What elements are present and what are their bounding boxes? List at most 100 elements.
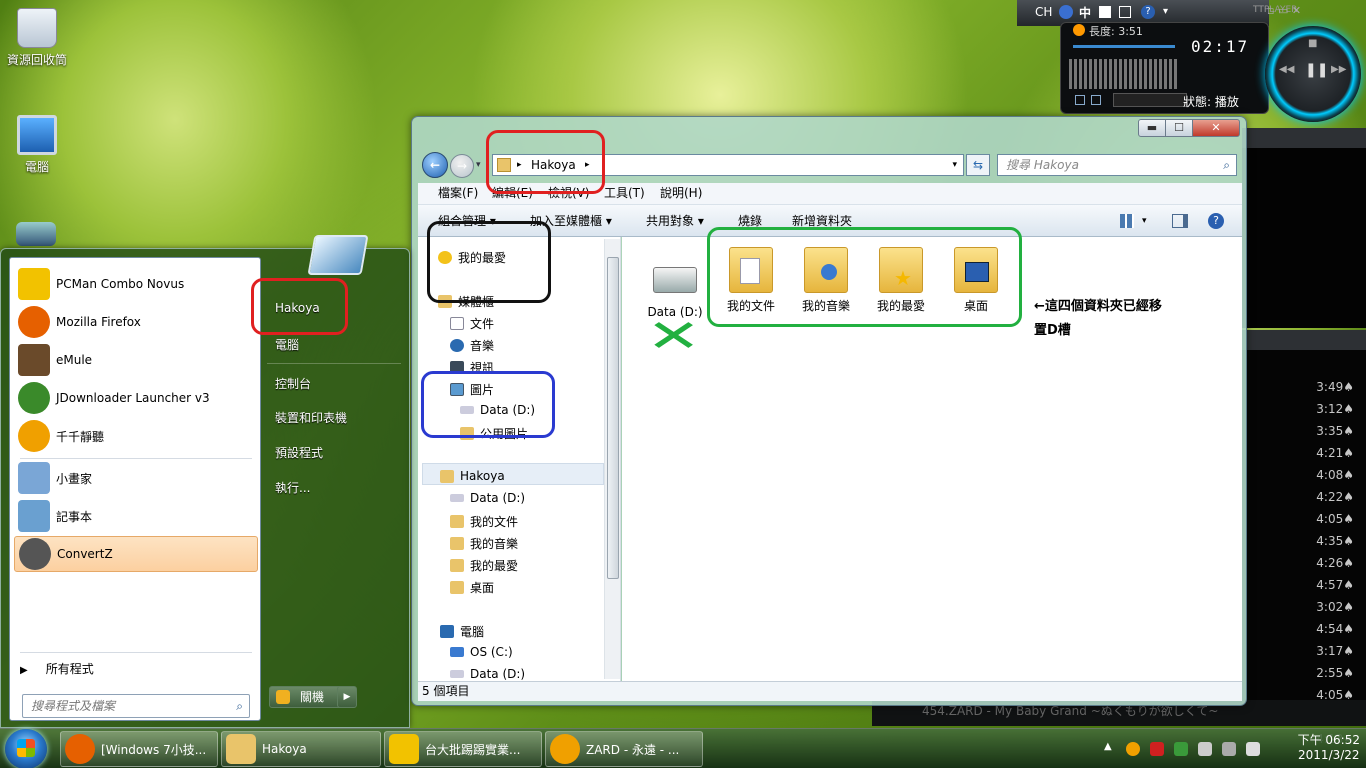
refresh-button[interactable]: ⇆ — [966, 154, 990, 176]
start-right-run[interactable]: 執行... — [275, 479, 310, 496]
start-right-hakoya[interactable]: Hakoya — [275, 301, 320, 315]
program-paint[interactable]: 小畫家 — [14, 460, 258, 496]
nav-my-favorites[interactable]: 我的最愛 — [450, 557, 518, 574]
back-button[interactable]: ← — [422, 152, 448, 178]
start-right-control-panel[interactable]: 控制台 — [275, 375, 311, 392]
program-notepad[interactable]: 記事本 — [14, 498, 258, 534]
help-icon[interactable]: ? — [1141, 5, 1155, 19]
nav-public-pictures[interactable]: 公用圖片 — [460, 425, 528, 442]
nav-computer[interactable]: 電腦 — [440, 623, 484, 640]
program-ttplayer[interactable]: 千千靜聽 — [14, 418, 258, 454]
nav-pictures-data-d[interactable]: Data (D:) — [460, 403, 535, 417]
punct-icon[interactable] — [1119, 6, 1131, 18]
volume-slider[interactable] — [1113, 93, 1187, 107]
forward-button[interactable]: → — [450, 154, 474, 178]
organize-button[interactable]: 組合管理 ▾ — [438, 205, 496, 237]
program-emule[interactable]: eMule — [14, 342, 258, 378]
item-my-music[interactable]: 我的音樂 — [791, 247, 861, 314]
playlist-duration[interactable]: 4:26♠ — [1316, 556, 1354, 570]
nav-computer-data-d[interactable]: Data (D:) — [450, 667, 525, 681]
playlist-toggle-icon[interactable] — [1075, 95, 1085, 105]
playlist-duration[interactable]: 4:54♠ — [1316, 622, 1354, 636]
stop-icon[interactable]: ■ — [1308, 38, 1317, 49]
ime-icon[interactable] — [1059, 5, 1073, 19]
recycle-bin-icon[interactable]: 資源回收筒 — [2, 8, 72, 68]
playlist-duration[interactable]: 4:57♠ — [1316, 578, 1354, 592]
nav-music[interactable]: 音樂 — [450, 337, 494, 354]
breadcrumb-arrow-icon[interactable]: ▸ — [517, 155, 522, 175]
all-programs-button[interactable]: ▶ 所有程式 — [20, 660, 94, 677]
start-search-input[interactable]: 搜尋程式及檔案 ⌕ — [22, 694, 250, 718]
player-window-buttons[interactable]: ▫ ▭ ✕ — [1267, 4, 1301, 17]
taskbar-item-pcman[interactable]: 台大批踢踢實業... — [384, 731, 542, 767]
help-icon[interactable]: ? — [1208, 213, 1224, 229]
menu-help[interactable]: 說明(H) — [660, 183, 702, 203]
lyrics-toggle-icon[interactable] — [1091, 95, 1101, 105]
tray-clock[interactable]: 下午 06:52 2011/3/22 — [1298, 733, 1360, 763]
shutdown-options-button[interactable]: ▶ — [337, 686, 357, 708]
program-firefox[interactable]: Mozilla Firefox — [14, 304, 258, 340]
item-my-favorites[interactable]: ★ 我的最愛 — [866, 247, 936, 314]
tray-ttplayer-icon[interactable] — [1126, 742, 1140, 756]
taskbar-item-firefox[interactable]: [Windows 7小技... — [60, 731, 218, 767]
lang-indicator[interactable]: CH — [1035, 5, 1052, 19]
breadcrumb-hakoya[interactable]: Hakoya — [531, 155, 576, 175]
nav-favorites[interactable]: 我的最愛 — [438, 249, 506, 266]
user-picture[interactable] — [307, 235, 369, 275]
prev-icon[interactable]: ◀◀ — [1279, 64, 1294, 75]
address-dropdown-icon[interactable]: ▾ — [952, 155, 957, 175]
menu-edit[interactable]: 編輯(E) — [492, 183, 533, 203]
playlist-duration[interactable]: 3:49♠ — [1316, 380, 1354, 394]
program-jdownloader[interactable]: JDownloader Launcher v3 — [14, 380, 258, 416]
nav-home-hakoya[interactable]: Hakoya — [440, 469, 505, 483]
ime-menu-icon[interactable]: ▾ — [1163, 6, 1168, 17]
playlist-duration[interactable]: 2:55♠ — [1316, 666, 1354, 680]
taskbar-item-explorer[interactable]: Hakoya — [221, 731, 381, 767]
new-folder-button[interactable]: 新增資料夾 — [792, 205, 852, 237]
nav-my-music[interactable]: 我的音樂 — [450, 535, 518, 552]
minimize-button[interactable]: ▬ — [1138, 119, 1166, 137]
ime-mode[interactable]: 中 — [1079, 4, 1091, 21]
menu-view[interactable]: 檢視(V) — [548, 183, 590, 203]
nav-my-documents[interactable]: 我的文件 — [450, 513, 518, 530]
taskbar-item-ttplayer[interactable]: ZARD - 永遠 - ... — [545, 731, 703, 767]
nav-desktop[interactable]: 桌面 — [450, 579, 494, 596]
next-icon[interactable]: ▶▶ — [1331, 64, 1346, 75]
views-dropdown-icon[interactable]: ▾ — [1142, 205, 1147, 237]
history-dropdown-icon[interactable]: ▾ — [476, 160, 481, 170]
nav-pictures[interactable]: 圖片 — [450, 381, 494, 398]
start-right-computer[interactable]: 電腦 — [275, 336, 299, 353]
nav-libraries[interactable]: 媒體櫃 — [438, 293, 494, 310]
pause-icon[interactable]: ❚❚ — [1305, 62, 1328, 78]
maximize-button[interactable]: ☐ — [1165, 119, 1193, 137]
playlist-duration[interactable]: 4:22♠ — [1316, 490, 1354, 504]
playlist-duration[interactable]: 3:17♠ — [1316, 644, 1354, 658]
add-to-library-button[interactable]: 加入至媒體櫃 ▾ — [530, 205, 612, 237]
nav-documents[interactable]: 文件 — [450, 315, 494, 332]
nav-scrollbar[interactable] — [604, 239, 620, 679]
computer-icon[interactable]: 電腦 — [2, 115, 72, 175]
nav-os-c[interactable]: OS (C:) — [450, 645, 513, 659]
item-desktop[interactable]: 桌面 — [941, 247, 1011, 314]
search-input[interactable]: 搜尋 Hakoya ⌕ — [997, 154, 1237, 176]
nav-home-data-d[interactable]: Data (D:) — [450, 491, 525, 505]
start-right-devices[interactable]: 裝置和印表機 — [275, 409, 347, 426]
start-button[interactable] — [5, 729, 47, 768]
tray-expand-icon[interactable]: ▲ — [1104, 741, 1112, 752]
close-button[interactable]: ✕ — [1192, 119, 1240, 137]
item-my-documents[interactable]: 我的文件 — [716, 247, 786, 314]
player-control-disc[interactable]: ❚❚ ◀◀ ▶▶ ■ — [1265, 26, 1361, 122]
camera-icon[interactable] — [16, 222, 56, 246]
program-convertz[interactable]: ConvertZ — [14, 536, 258, 572]
menu-tools[interactable]: 工具(T) — [604, 183, 645, 203]
tray-security-icon[interactable] — [1174, 742, 1188, 756]
playlist-duration[interactable]: 3:12♠ — [1316, 402, 1354, 416]
item-data-d[interactable]: Data (D:) — [640, 259, 710, 319]
tray-device-icon[interactable] — [1198, 742, 1212, 756]
playlist-duration[interactable]: 4:35♠ — [1316, 534, 1354, 548]
playlist-duration[interactable]: 3:02♠ — [1316, 600, 1354, 614]
burn-button[interactable]: 燒錄 — [738, 205, 762, 237]
program-pcman[interactable]: PCMan Combo Novus — [14, 266, 258, 302]
nav-scrollbar-thumb[interactable] — [607, 257, 619, 579]
playlist-duration[interactable]: 3:35♠ — [1316, 424, 1354, 438]
